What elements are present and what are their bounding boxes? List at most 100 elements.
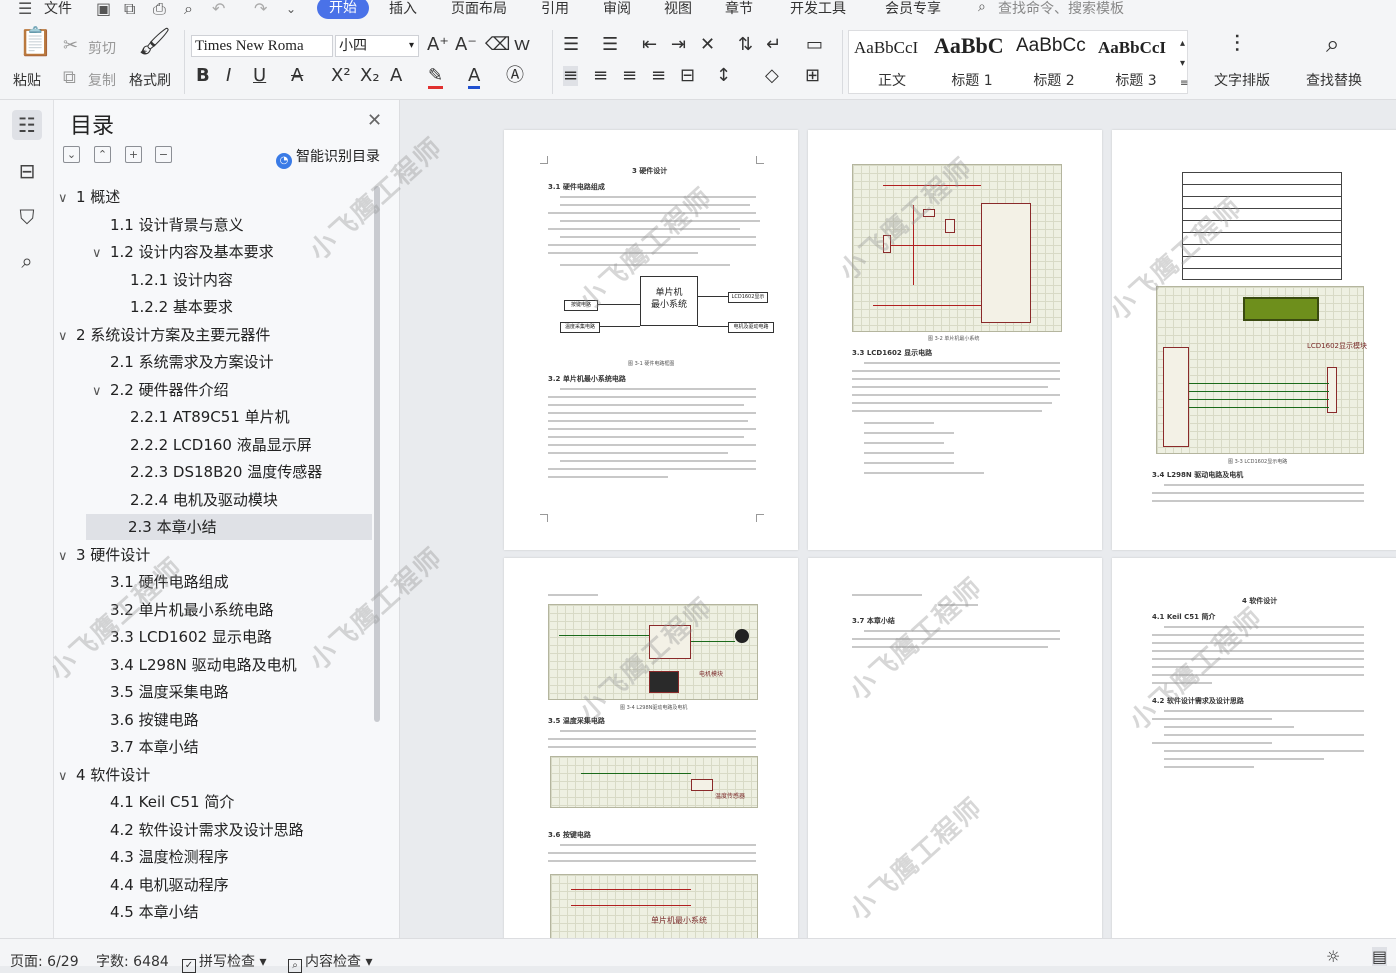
expand-all-icon[interactable]: ⌃	[94, 146, 111, 163]
chevron-down-icon[interactable]: ∨	[58, 186, 76, 212]
toc-item[interactable]: ∨ 1 概述	[58, 184, 120, 210]
font-size-select[interactable]: 小四 ▾	[335, 35, 419, 57]
toc-item[interactable]: 2.2.3 DS18B20 温度传感器	[112, 459, 322, 485]
close-icon[interactable]: ✕	[367, 110, 382, 131]
styles-scroll-icon[interactable]: ▴ ▾ ≡	[1180, 34, 1188, 94]
find-replace-icon[interactable]: ⌕	[1326, 32, 1339, 56]
toc-item[interactable]: 3.5 温度采集电路	[92, 679, 229, 705]
ruler-icon[interactable]: ▭	[806, 35, 823, 55]
bold-icon[interactable]: B	[196, 66, 210, 86]
command-search-input[interactable]: 查找命令、搜索模板	[998, 0, 1124, 18]
italic-icon[interactable]: I	[226, 66, 231, 86]
char-border-icon[interactable]: Ⓐ	[506, 66, 524, 86]
increase-indent-icon[interactable]: ⇥	[671, 35, 686, 55]
bullet-list-icon[interactable]: ☰	[563, 35, 579, 55]
tab-references[interactable]: 引用	[541, 0, 569, 18]
font-color-icon[interactable]: A	[468, 66, 481, 89]
tab-review[interactable]: 审阅	[603, 0, 631, 18]
document-page[interactable]: LCD1602显示模块 图 3-3 LCD1602显示电路 3.4 L298N …	[1112, 130, 1396, 550]
clear-format-icon[interactable]: ⌫	[485, 35, 510, 55]
borders-icon[interactable]: ⊞	[805, 66, 820, 86]
toc-item[interactable]: 3.2 单片机最小系统电路	[92, 597, 274, 623]
document-page[interactable]: 3.7 本章小结	[808, 558, 1102, 938]
toc-item[interactable]: 1.2.2 基本要求	[112, 294, 233, 320]
decrease-indent-icon[interactable]: ⇤	[642, 35, 657, 55]
font-name-select[interactable]: Times New Roma	[191, 35, 333, 57]
justify-icon[interactable]: ≡	[651, 66, 666, 86]
chapter-nav-icon[interactable]: ⊟	[12, 156, 42, 186]
style-heading-2[interactable]: AaBbCc 标题 2	[1014, 32, 1094, 92]
save-icon[interactable]: ▣	[96, 0, 111, 18]
style-heading-3[interactable]: AaBbCcI 标题 3	[1096, 32, 1176, 92]
menu-file[interactable]: 文件	[44, 0, 72, 18]
strikethrough-icon[interactable]: A	[291, 66, 303, 86]
document-page[interactable]: 3 硬件设计 3.1 硬件电路组成 按键电路 温度采集电路 单片机 最小系统 L…	[504, 130, 798, 550]
word-count[interactable]: 字数: 6484	[96, 951, 169, 971]
shrink-font-icon[interactable]: A⁻	[455, 35, 477, 55]
text-effect-icon[interactable]: A	[390, 66, 402, 86]
cut-button[interactable]: 剪切	[88, 38, 116, 58]
redo-icon[interactable]: ↷	[254, 0, 267, 18]
spell-check-toggle[interactable]: ✓ 拼写检查 ▾	[182, 951, 266, 973]
customize-chevron-icon[interactable]: ⌄	[286, 2, 296, 16]
toc-item[interactable]: ∨ 3 硬件设计	[58, 542, 150, 568]
bookmark-icon[interactable]: ⛉	[12, 202, 42, 232]
pinyin-icon[interactable]: ｗ	[513, 35, 531, 55]
underline-icon[interactable]: U	[253, 66, 266, 86]
align-left-icon[interactable]: ≡	[563, 66, 579, 86]
tab-view[interactable]: 视图	[664, 0, 692, 18]
chevron-down-icon[interactable]: ∨	[58, 544, 76, 570]
toc-item[interactable]: ∨ 1.2 设计内容及基本要求	[92, 239, 274, 265]
align-right-icon[interactable]: ≡	[622, 66, 637, 86]
format-painter-icon[interactable]: 🖌	[138, 29, 171, 55]
tab-home[interactable]: 开始	[317, 0, 369, 19]
toc-item[interactable]: 3.3 LCD1602 显示电路	[92, 624, 272, 650]
sort-icon[interactable]: ⇅	[738, 35, 753, 55]
print-icon[interactable]: ⎙	[153, 0, 166, 19]
toc-nav-icon[interactable]: ☷	[12, 110, 42, 140]
numbered-list-icon[interactable]: ☰	[602, 35, 618, 55]
tab-developer[interactable]: 开发工具	[790, 0, 846, 18]
remove-heading-icon[interactable]: −	[155, 146, 172, 163]
tab-page-layout[interactable]: 页面布局	[451, 0, 507, 18]
document-page[interactable]: 电机模块 图 3-4 L298N驱动电路及电机 3.5 温度采集电路 温度传感器…	[504, 558, 798, 938]
show-marks-icon[interactable]: ↵	[766, 35, 781, 55]
export-icon[interactable]: ⧉	[124, 0, 135, 19]
toc-item[interactable]: 1.2.1 设计内容	[112, 267, 233, 293]
toc-item[interactable]: 4.1 Keil C51 简介	[92, 789, 234, 815]
text-layout-icon[interactable]: ⫶	[1234, 32, 1240, 56]
toc-item[interactable]: 3.6 按键电路	[92, 707, 199, 733]
document-canvas[interactable]: 3 硬件设计 3.1 硬件电路组成 按键电路 温度采集电路 单片机 最小系统 L…	[400, 100, 1396, 938]
toc-item[interactable]: ∨ 4 软件设计	[58, 762, 150, 788]
paste-icon[interactable]: 📋	[18, 28, 53, 56]
hamburger-menu-icon[interactable]: ☰	[18, 0, 32, 18]
toc-item[interactable]: 2.2.4 电机及驱动模块	[112, 487, 278, 513]
tab-chapter[interactable]: 章节	[725, 0, 753, 18]
toc-item[interactable]: ∨ 2 系统设计方案及主要元器件	[58, 322, 270, 348]
highlight-icon[interactable]: ✎	[428, 66, 444, 89]
toc-item[interactable]: 4.3 温度检测程序	[92, 844, 229, 870]
toc-item[interactable]: 2.3 本章小结	[86, 514, 372, 540]
document-page[interactable]: 4 软件设计 4.1 Keil C51 简介 4.2 软件设计需求及设计思路	[1112, 558, 1396, 938]
grow-font-icon[interactable]: A⁺	[427, 35, 449, 55]
subscript-icon[interactable]: X₂	[360, 66, 380, 86]
superscript-icon[interactable]: X²	[331, 66, 351, 86]
print-preview-icon[interactable]: ⌕	[184, 0, 193, 19]
copy-button[interactable]: 复制	[88, 70, 116, 90]
line-spacing-icon[interactable]: ↕	[716, 66, 731, 86]
collapse-all-icon[interactable]: ⌄	[63, 146, 80, 163]
toc-item[interactable]: 3.4 L298N 驱动电路及电机	[92, 652, 297, 678]
undo-icon[interactable]: ↶	[212, 0, 225, 18]
toc-scrollbar[interactable]	[374, 186, 380, 722]
chevron-down-icon[interactable]: ∨	[92, 241, 110, 267]
format-painter-button[interactable]: 格式刷	[129, 70, 171, 90]
toc-item[interactable]: 4.4 电机驱动程序	[92, 872, 229, 898]
text-layout-button[interactable]: 文字排版	[1214, 70, 1270, 90]
page-indicator[interactable]: 页面: 6/29	[10, 951, 79, 971]
style-normal[interactable]: AaBbCcI 正文	[852, 32, 932, 92]
toc-item[interactable]: 2.1 系统需求及方案设计	[92, 349, 274, 375]
toc-item[interactable]: 3.7 本章小结	[92, 734, 199, 760]
toc-item[interactable]: 1.1 设计背景与意义	[92, 212, 244, 238]
align-center-icon[interactable]: ≡	[593, 66, 608, 86]
find-replace-button[interactable]: 查找替换	[1306, 70, 1362, 90]
